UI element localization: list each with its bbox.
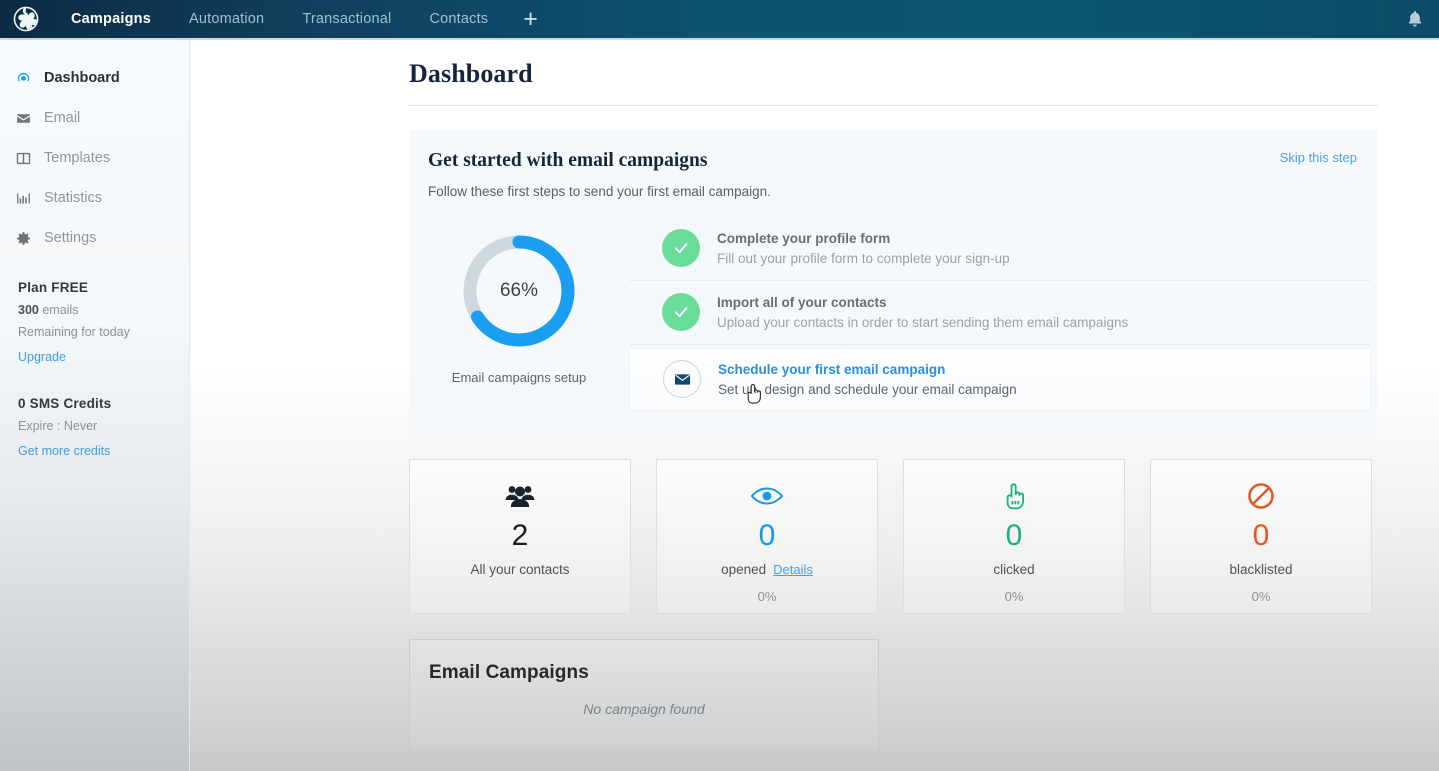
progress-section: 66% Email campaigns setup <box>409 217 629 411</box>
bell-icon[interactable] <box>1405 9 1425 29</box>
templates-icon <box>14 149 32 167</box>
nav-tab-transactional[interactable]: Transactional <box>283 0 410 38</box>
sidebar-item-templates[interactable]: Templates <box>0 138 189 178</box>
title-divider <box>409 105 1378 106</box>
sms-expire: Expire : Never <box>18 419 98 433</box>
step-schedule-campaign[interactable]: Schedule your first email campaign Set u… <box>629 348 1371 411</box>
stat-label: opened Details <box>721 562 813 577</box>
sidebar-item-settings[interactable]: Settings <box>0 218 189 258</box>
details-link[interactable]: Details <box>773 562 813 577</box>
stat-cards-row: 2 All your contacts 0 opened Details 0% … <box>409 459 1377 614</box>
step-import-contacts[interactable]: Import all of your contacts Upload your … <box>629 281 1371 345</box>
top-navigation-bar: Campaigns Automation Transactional Conta… <box>0 0 1439 38</box>
step-title: Import all of your contacts <box>717 294 887 310</box>
plan-remaining: Remaining for today <box>18 325 130 339</box>
plan-title: Plan FREE <box>18 280 89 295</box>
stat-value: 0 <box>1005 519 1023 552</box>
sms-credits-title: 0 SMS Credits <box>18 396 112 411</box>
nav-tab-automation[interactable]: Automation <box>170 0 283 38</box>
get-more-credits-link[interactable]: Get more credits <box>18 444 189 458</box>
stat-percent: 0% <box>1004 589 1024 604</box>
stat-label: clicked <box>993 562 1034 577</box>
progress-caption: Email campaigns setup <box>451 370 587 385</box>
steps-list: Complete your profile form Fill out your… <box>629 217 1377 411</box>
stat-label-text: All your contacts <box>470 562 570 577</box>
get-started-card: Get started with email campaigns Skip th… <box>409 130 1377 437</box>
bar-chart-icon <box>14 189 32 207</box>
stat-label-text: opened <box>721 562 767 577</box>
dashboard-icon <box>14 69 32 87</box>
stat-percent: 0% <box>757 589 777 604</box>
email-campaigns-empty-text: No campaign found <box>583 701 705 717</box>
plan-quota-unit: emails <box>42 303 79 317</box>
get-started-title: Get started with email campaigns <box>428 150 708 171</box>
sidebar-item-dashboard[interactable]: Dashboard <box>0 58 189 98</box>
skip-this-step-link[interactable]: Skip this step <box>1280 150 1357 165</box>
stat-label: All your contacts <box>470 562 569 577</box>
sidebar-item-label: Statistics <box>44 190 103 206</box>
get-started-header: Get started with email campaigns Skip th… <box>409 150 1377 172</box>
nav-tab-contacts[interactable]: Contacts <box>410 0 507 38</box>
stat-card-blacklisted[interactable]: 0 blacklisted 0% <box>1150 459 1372 614</box>
step-complete-profile[interactable]: Complete your profile form Fill out your… <box>629 217 1371 281</box>
nav-tab-campaigns[interactable]: Campaigns <box>52 0 170 38</box>
email-campaigns-card: Email Campaigns No campaign found <box>409 639 879 750</box>
sidebar-item-label: Email <box>44 110 81 126</box>
pinwheel-logo-icon[interactable] <box>0 0 52 38</box>
progress-percent-label: 66% <box>499 280 539 301</box>
sms-block: 0 SMS Credits Expire : Never Get more cr… <box>0 364 189 458</box>
main-content: Dashboard Get started with email campaig… <box>190 40 1439 771</box>
check-icon <box>662 229 700 267</box>
users-group-icon <box>504 478 536 514</box>
app-root: Campaigns Automation Transactional Conta… <box>0 0 1439 771</box>
step-description: Upload your contacts in order to start s… <box>717 314 1129 330</box>
step-description: Set up, design and schedule your email c… <box>718 381 1017 397</box>
stat-label: blacklisted <box>1229 562 1292 577</box>
check-icon <box>662 293 700 331</box>
stat-value: 0 <box>758 519 776 552</box>
get-started-body: 66% Email campaigns setup Complete your … <box>409 199 1377 411</box>
sidebar-item-label: Dashboard <box>44 70 120 86</box>
sidebar: Dashboard Email Templates Statistics Set… <box>0 40 190 771</box>
get-started-subtitle: Follow these first steps to send your fi… <box>428 184 771 199</box>
step-title-link[interactable]: Schedule your first email campaign <box>718 362 1017 377</box>
step-title: Complete your profile form <box>717 230 891 246</box>
page-title: Dashboard <box>409 59 533 88</box>
stat-label-text: clicked <box>993 562 1035 577</box>
add-new-button[interactable]: + <box>507 1 554 37</box>
stat-value: 2 <box>511 519 529 552</box>
plan-block: Plan FREE 300 emails Remaining for today… <box>0 258 189 364</box>
no-entry-icon <box>1246 478 1276 514</box>
upgrade-link[interactable]: Upgrade <box>18 350 189 364</box>
stat-percent: 0% <box>1251 589 1271 604</box>
nav-items: Campaigns Automation Transactional Conta… <box>52 0 554 38</box>
progress-donut-chart: 66% <box>457 229 581 353</box>
email-campaigns-title: Email Campaigns <box>429 662 589 683</box>
step-description: Fill out your profile form to complete y… <box>717 250 1010 266</box>
envelope-icon <box>663 360 701 398</box>
stat-card-opened[interactable]: 0 opened Details 0% <box>656 459 878 614</box>
stat-card-clicked[interactable]: 0 clicked 0% <box>903 459 1125 614</box>
plan-quota: 300 emails <box>18 303 189 317</box>
eye-icon <box>750 478 784 514</box>
sidebar-item-label: Settings <box>44 230 97 246</box>
gear-icon <box>14 229 32 247</box>
envelope-icon <box>14 109 32 127</box>
stat-value: 0 <box>1252 519 1270 552</box>
pointing-hand-icon <box>1000 478 1028 514</box>
plan-quota-value: 300 <box>18 303 39 317</box>
sidebar-item-email[interactable]: Email <box>0 98 189 138</box>
stat-label-text: blacklisted <box>1229 562 1293 577</box>
sidebar-item-statistics[interactable]: Statistics <box>0 178 189 218</box>
stat-card-contacts[interactable]: 2 All your contacts <box>409 459 631 614</box>
sidebar-item-label: Templates <box>44 150 111 166</box>
